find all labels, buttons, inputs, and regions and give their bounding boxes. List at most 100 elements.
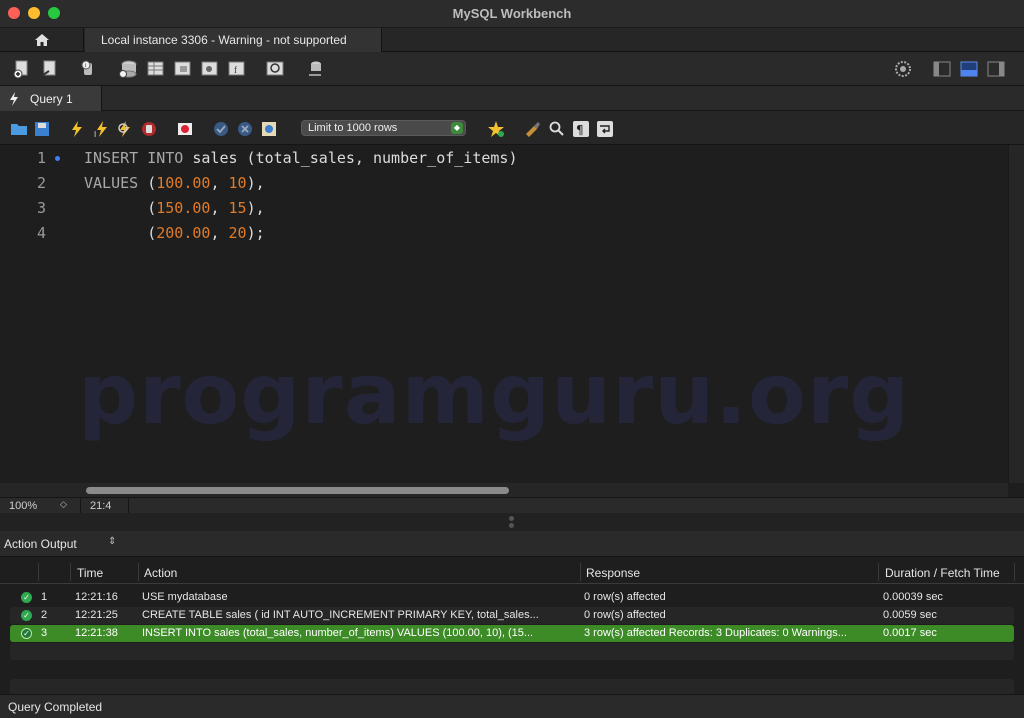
create-table-icon[interactable] bbox=[145, 59, 165, 79]
chevron-updown-icon[interactable]: ⇕ bbox=[108, 536, 116, 547]
beautify-icon[interactable] bbox=[487, 120, 505, 138]
status-text: Query Completed bbox=[8, 700, 103, 714]
row-action: USE mydatabase bbox=[142, 591, 228, 603]
sql-text: ), bbox=[246, 174, 265, 192]
sql-number: 100.00 bbox=[156, 174, 211, 192]
find-icon[interactable] bbox=[548, 120, 566, 138]
search-table-data-icon[interactable] bbox=[265, 59, 285, 79]
table-header: Time Action Response Duration / Fetch Ti… bbox=[0, 560, 1024, 584]
save-icon[interactable] bbox=[33, 120, 51, 138]
create-view-icon[interactable] bbox=[172, 59, 192, 79]
sql-keyword: INSERT INTO bbox=[84, 149, 184, 167]
zoom-level[interactable]: 100% bbox=[9, 500, 37, 512]
watermark: programguru.org bbox=[78, 345, 911, 443]
rollback-icon[interactable] bbox=[236, 120, 254, 138]
output-type-select[interactable]: Action Output bbox=[4, 537, 77, 551]
column-separator bbox=[1014, 563, 1015, 581]
open-sql-script-icon[interactable] bbox=[40, 59, 60, 79]
grip-dot-icon bbox=[509, 516, 514, 521]
row-action: INSERT INTO sales (total_sales, number_o… bbox=[142, 627, 534, 639]
sql-number: 150.00 bbox=[156, 199, 211, 217]
create-procedure-icon[interactable] bbox=[199, 59, 219, 79]
connection-tab-bar: Local instance 3306 - Warning - not supp… bbox=[0, 28, 1024, 52]
commit-icon[interactable] bbox=[212, 120, 230, 138]
snippet-brush-icon[interactable] bbox=[524, 120, 542, 138]
sql-text: ( bbox=[84, 224, 157, 242]
statement-marker-icon bbox=[55, 156, 60, 161]
code-line: (150.00, 15), bbox=[84, 199, 264, 217]
execute-icon[interactable] bbox=[68, 120, 86, 138]
sql-keyword: VALUES bbox=[84, 174, 139, 192]
sql-text: ( bbox=[138, 174, 157, 192]
toggle-output-panel-icon[interactable] bbox=[959, 59, 979, 79]
column-separator bbox=[138, 563, 139, 581]
minimize-window-button[interactable] bbox=[28, 7, 40, 19]
main-toolbar: i f bbox=[0, 52, 1024, 86]
toggle-sidebar-icon[interactable] bbox=[932, 59, 952, 79]
auto-commit-icon[interactable] bbox=[260, 120, 278, 138]
reconnect-icon[interactable] bbox=[305, 59, 325, 79]
invisible-characters-icon[interactable]: ¶ bbox=[572, 120, 590, 138]
stop-icon[interactable] bbox=[140, 120, 158, 138]
column-separator bbox=[878, 563, 879, 581]
toggle-stop-on-error-icon[interactable] bbox=[176, 120, 194, 138]
divider bbox=[80, 498, 81, 514]
column-header-action[interactable]: Action bbox=[144, 566, 177, 580]
success-check-icon: ✓ bbox=[21, 628, 32, 639]
row-duration: 0.0017 sec bbox=[883, 627, 937, 639]
row-time: 12:21:38 bbox=[75, 627, 118, 639]
editor-vertical-scrollbar[interactable] bbox=[1008, 145, 1024, 483]
inspector-icon[interactable]: i bbox=[78, 59, 98, 79]
wrap-lines-icon[interactable] bbox=[596, 120, 614, 138]
sql-text: sales (total_sales, number_of_items) bbox=[183, 149, 518, 167]
explain-icon[interactable] bbox=[116, 120, 134, 138]
settings-icon[interactable] bbox=[893, 59, 913, 79]
table-row[interactable]: ✓ 1 12:21:16 USE mydatabase 0 row(s) aff… bbox=[10, 589, 1014, 606]
row-limit-select[interactable]: Limit to 1000 rows ◆ bbox=[301, 120, 466, 136]
row-number: 1 bbox=[41, 591, 48, 603]
code-line: INSERT INTO sales (total_sales, number_o… bbox=[84, 149, 517, 167]
output-panel-header: Action Output ⇕ bbox=[0, 531, 1024, 557]
execute-current-statement-icon[interactable]: I bbox=[93, 120, 111, 138]
query-tab-label: Query 1 bbox=[30, 91, 73, 106]
connection-tab[interactable]: Local instance 3306 - Warning - not supp… bbox=[85, 28, 382, 52]
line-number: 3 bbox=[36, 199, 46, 217]
home-tab[interactable] bbox=[0, 28, 84, 52]
table-row[interactable]: ✓ 2 12:21:25 CREATE TABLE sales ( id INT… bbox=[10, 607, 1014, 624]
query-tab[interactable]: Query 1 bbox=[0, 86, 102, 111]
query-tab-bar: Query 1 bbox=[0, 86, 1024, 111]
row-duration: 0.0059 sec bbox=[883, 609, 937, 621]
open-folder-icon[interactable] bbox=[10, 120, 28, 138]
sql-text: ); bbox=[246, 224, 265, 242]
new-sql-tab-icon[interactable] bbox=[12, 59, 32, 79]
row-response: 0 row(s) affected bbox=[584, 609, 666, 621]
column-separator bbox=[70, 563, 71, 581]
cursor-position: 21:4 bbox=[90, 500, 112, 512]
maximize-window-button[interactable] bbox=[48, 7, 60, 19]
column-header-duration[interactable]: Duration / Fetch Time bbox=[885, 566, 1000, 580]
title-bar: MySQL Workbench bbox=[0, 0, 1024, 28]
divider bbox=[128, 498, 129, 514]
scrollbar-thumb[interactable] bbox=[86, 487, 509, 494]
column-header-response[interactable]: Response bbox=[586, 566, 640, 580]
sql-editor[interactable]: programguru.org 1 2 3 4 INSERT INTO sale… bbox=[0, 145, 1008, 483]
create-schema-icon[interactable] bbox=[118, 59, 138, 79]
row-number: 2 bbox=[41, 609, 48, 621]
create-function-icon[interactable]: f bbox=[226, 59, 246, 79]
home-icon bbox=[34, 34, 49, 46]
editor-status-strip: 100% ◇ 21:4 bbox=[0, 497, 1024, 514]
close-window-button[interactable] bbox=[8, 7, 20, 19]
table-row[interactable]: ✓ 3 12:21:38 INSERT INTO sales (total_sa… bbox=[10, 625, 1014, 642]
status-bar: Query Completed bbox=[0, 694, 1024, 718]
column-header-time[interactable]: Time bbox=[77, 566, 103, 580]
sql-number: 15 bbox=[228, 199, 247, 217]
success-check-icon: ✓ bbox=[21, 592, 32, 603]
toggle-secondary-sidebar-icon[interactable] bbox=[986, 59, 1006, 79]
row-response: 3 row(s) affected Records: 3 Duplicates:… bbox=[584, 627, 847, 639]
zoom-stepper-icon[interactable]: ◇ bbox=[60, 499, 67, 510]
svg-text:I: I bbox=[94, 130, 96, 138]
editor-horizontal-scrollbar[interactable] bbox=[0, 483, 1008, 497]
success-check-icon: ✓ bbox=[21, 610, 32, 621]
panel-splitter[interactable] bbox=[0, 513, 1024, 531]
svg-text:f: f bbox=[234, 65, 237, 75]
